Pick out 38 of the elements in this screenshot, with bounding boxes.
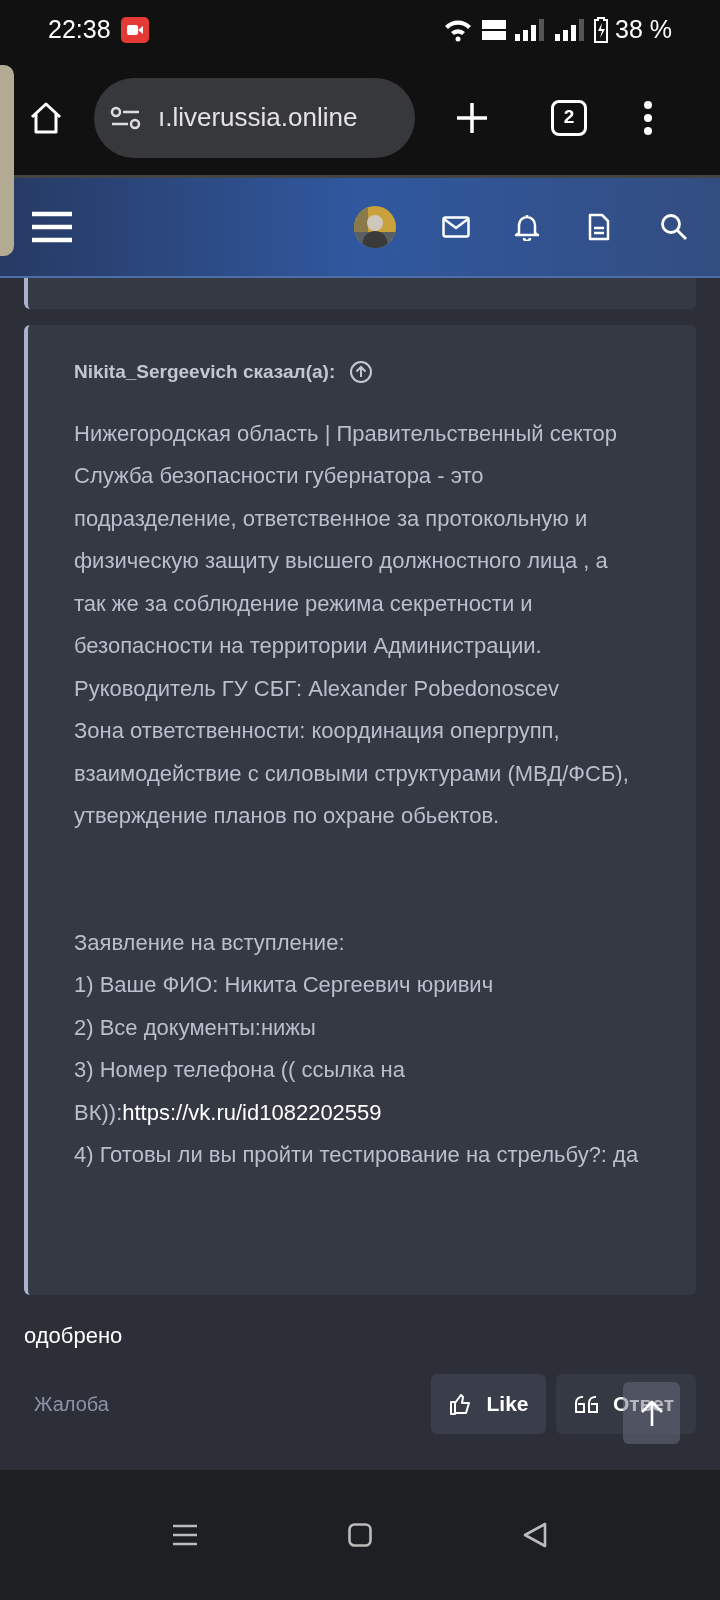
search-icon[interactable] (660, 213, 688, 241)
document-icon[interactable] (588, 213, 610, 241)
bell-icon[interactable] (514, 213, 540, 241)
menu-icon[interactable] (32, 210, 72, 244)
quote-line: Нижегородская область | Правительственный сектор (74, 419, 619, 448)
report-link[interactable]: Жалоба (34, 1389, 109, 1419)
thumbs-up-icon (448, 1392, 473, 1416)
url-text: ı.liverussia.online (158, 101, 358, 134)
profile-link[interactable]: https://vk.ru/id1082202559 (122, 1099, 382, 1125)
quote-line: Служба безопасности губернатора - это подразделение, ответственное за протокольную и физическую защиту высшего должностного лица , а так же за соблюдение режима секретности и безопасности на территории Администрации. (74, 462, 609, 660)
mail-icon[interactable] (442, 216, 470, 238)
reply-text: одобрено (24, 1322, 124, 1350)
quote-line: 1) Ваше ФИО: Никита Сергеевич юривич (74, 971, 495, 999)
tab-count[interactable]: 2 (551, 99, 587, 136)
recent-apps-icon[interactable] (172, 1523, 198, 1547)
signal-icon (515, 18, 545, 42)
quote-line: Заявление на вступление: (74, 928, 346, 957)
quote-line: 4) Готовы ли вы пройти тестирование на стрельбу?: да (74, 1141, 640, 1169)
like-button[interactable]: Like (431, 1374, 546, 1434)
arrow-up-circle-icon[interactable] (349, 360, 374, 385)
quote-icon (573, 1394, 599, 1414)
quote-line: Руководитель ГУ СБГ: Alexander Pobedonoscev (74, 674, 561, 703)
address-bar[interactable]: ı.liverussia.online (94, 77, 415, 158)
home-button-icon[interactable] (348, 1523, 372, 1547)
signal-icon (555, 18, 585, 42)
quote-line: Зона ответственности: координация опергрупп, взаимодействие с силовыми структурами (МВД/ФСБ), утверждение планов по охране обьектов. (74, 717, 630, 830)
new-tab-icon[interactable] (455, 100, 489, 135)
back-icon[interactable] (522, 1521, 548, 1549)
wifi-icon (443, 18, 473, 42)
battery-charging-icon (593, 17, 609, 43)
clock: 22:38 (48, 14, 111, 46)
quote-line: 3) Номер телефона (( ссылка на ВК)):https://vk.ru/id1082202559 (74, 1056, 406, 1127)
battery-percent: 38 % (615, 14, 672, 46)
edge-handle[interactable] (0, 65, 14, 256)
screen-record-icon (120, 17, 149, 43)
quote-author: Nikita_Sergeevich сказал(а): (74, 360, 336, 384)
quote-line: 2) Все документы:нижы (74, 1013, 317, 1042)
more-menu-icon[interactable] (643, 100, 653, 135)
